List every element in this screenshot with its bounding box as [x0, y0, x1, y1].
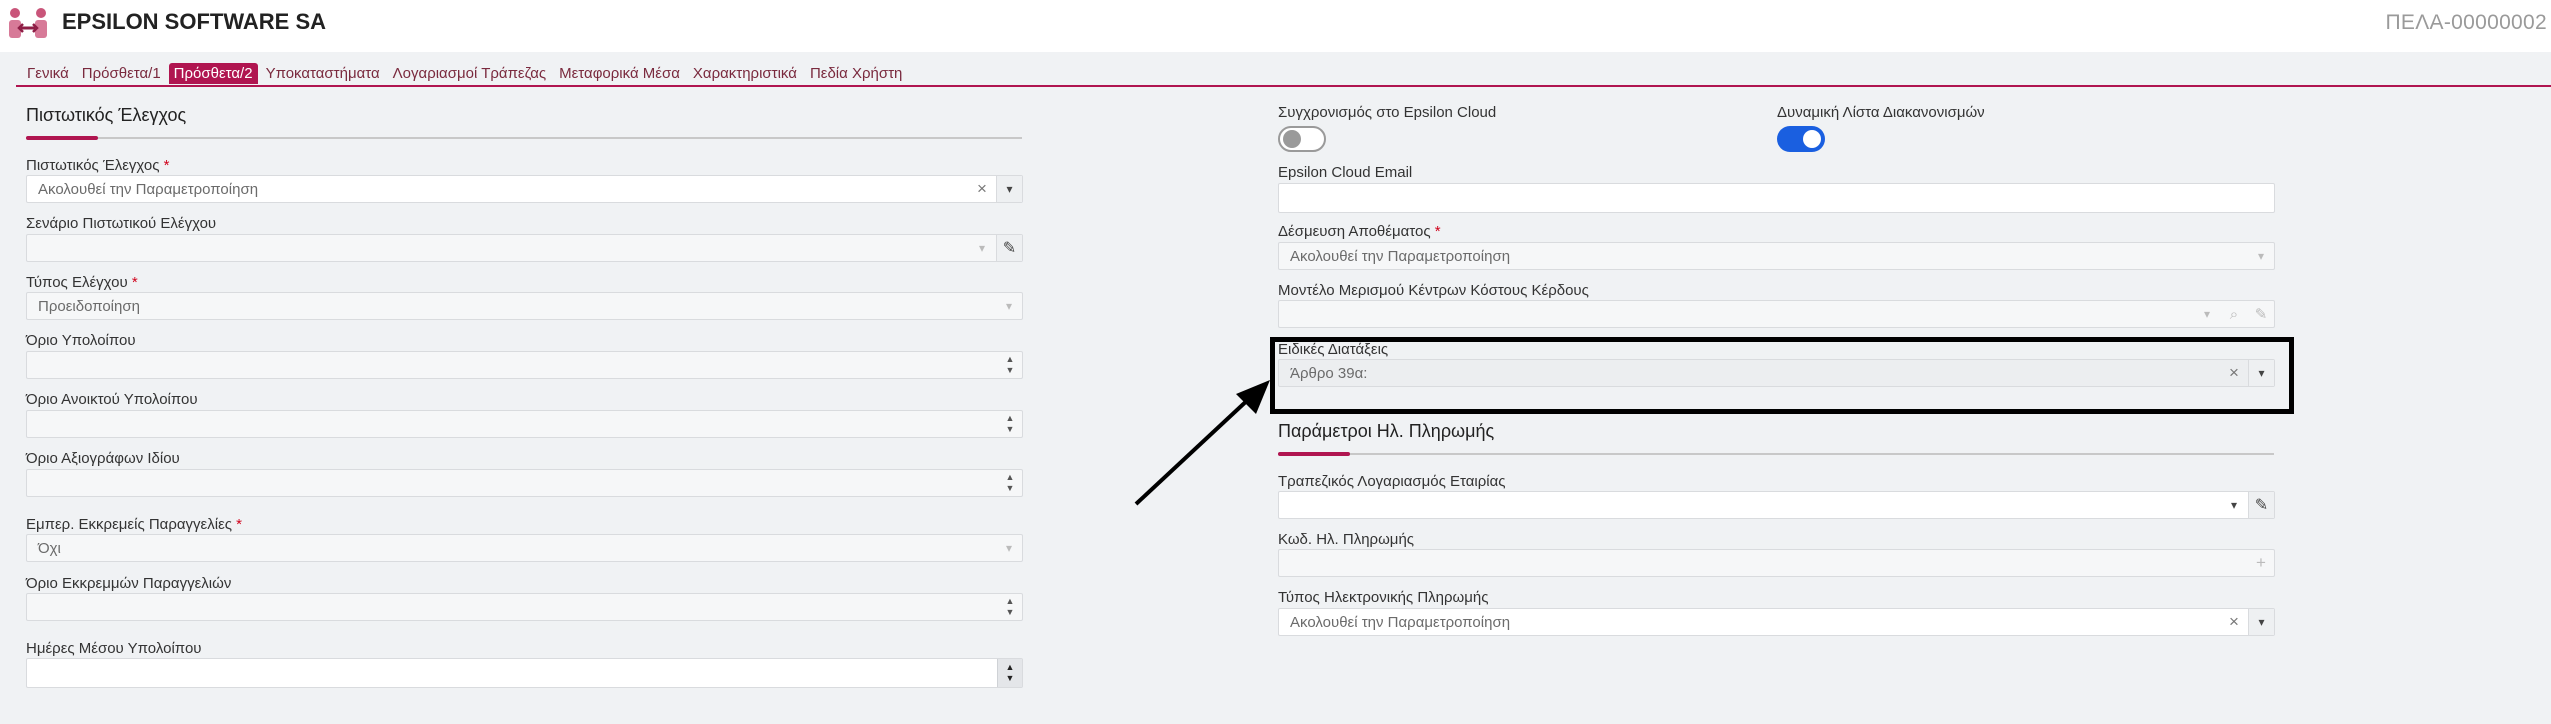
number-spinner[interactable]: ▲ ▼	[998, 470, 1022, 496]
chevron-down-icon[interactable]: ▾	[996, 535, 1022, 561]
spin-up-icon[interactable]: ▲	[1006, 596, 1015, 607]
people-logo-icon	[9, 8, 47, 38]
tab-extra-2[interactable]: Πρόσθετα/2	[168, 62, 258, 84]
section-rule	[1278, 453, 2274, 455]
cost-center-model-label: Μοντέλο Μερισμού Κέντρων Κόστους Κέρδους	[1278, 282, 1589, 299]
epay-section-title: Παράμετροι Ηλ. Πληρωμής	[1278, 421, 1495, 441]
credit-scenario-label: Σενάριο Πιστωτικού Ελέγχου	[26, 215, 217, 232]
epay-type-select[interactable]: Ακολουθεί την Παραμετροποίηση × ▾	[1278, 608, 2275, 636]
toggle-knob	[1283, 130, 1301, 148]
section-accent	[1278, 452, 1350, 456]
dynamic-list-label: Δυναμική Λίστα Διακανονισμών	[1777, 104, 1985, 121]
edit-icon[interactable]: ✎	[996, 235, 1022, 261]
spin-up-icon[interactable]: ▲	[1006, 354, 1015, 365]
pending-orders-label: Εμπερ. Εκκρεμείς Παραγγελίες *	[26, 516, 242, 533]
cloud-sync-label: Συγχρονισμός στο Epsilon Cloud	[1278, 104, 1497, 121]
number-spinner[interactable]: ▲ ▼	[998, 594, 1022, 620]
stock-reservation-value: Ακολουθεί την Παραμετροποίηση	[1290, 248, 1511, 265]
credit-check-section-title: Πιστωτικός Έλεγχος	[26, 105, 187, 125]
open-balance-limit-input[interactable]: ▲ ▼	[26, 410, 1023, 438]
chevron-down-icon[interactable]: ▾	[2248, 243, 2274, 269]
epay-type-value: Ακολουθεί την Παραμετροποίηση	[1290, 614, 1511, 631]
chevron-down-icon[interactable]: ▾	[969, 235, 995, 261]
spin-down-icon[interactable]: ▼	[1006, 607, 1015, 618]
tab-user-fields[interactable]: Πεδία Χρήστη	[805, 63, 907, 84]
section-rule	[26, 137, 1022, 139]
spin-up-icon[interactable]: ▲	[1006, 472, 1015, 483]
check-type-select[interactable]: Προειδοποίηση ▾	[26, 292, 1023, 320]
spin-down-icon[interactable]: ▼	[1006, 673, 1015, 684]
annotation-arrow-icon	[1134, 380, 1270, 506]
chevron-down-icon[interactable]: ▾	[996, 293, 1022, 319]
chevron-down-icon[interactable]: ▾	[2194, 301, 2220, 327]
edit-icon[interactable]: ✎	[2248, 301, 2274, 327]
check-type-value: Προειδοποίηση	[38, 298, 140, 315]
spin-up-icon[interactable]: ▲	[1006, 662, 1015, 673]
credit-check-value: Ακολουθεί την Παραμετροποίηση	[38, 181, 259, 198]
tab-vehicles[interactable]: Μεταφορικά Μέσα	[554, 63, 685, 84]
pending-orders-limit-input[interactable]: ▲ ▼	[26, 593, 1023, 621]
balance-limit-input[interactable]: ▲ ▼	[26, 351, 1023, 379]
clear-icon[interactable]: ×	[969, 176, 995, 202]
toggle-knob	[1803, 130, 1821, 148]
tab-bar: Γενικά Πρόσθετα/1 Πρόσθετα/2 Υποκαταστήμ…	[22, 60, 910, 86]
section-accent	[26, 136, 98, 140]
tab-branches[interactable]: Υποκαταστήματα	[261, 63, 385, 84]
avg-balance-days-input[interactable]: ▲ ▼	[26, 658, 1023, 688]
own-securities-limit-input[interactable]: ▲ ▼	[26, 469, 1023, 497]
avg-balance-days-label: Ημέρες Μέσου Υπολοίπου	[26, 640, 202, 657]
stock-reservation-select[interactable]: Ακολουθεί την Παραμετροποίηση ▾	[1278, 242, 2275, 270]
number-spinner[interactable]: ▲ ▼	[997, 659, 1022, 687]
cloud-email-input[interactable]	[1278, 183, 2275, 213]
cost-center-model-select[interactable]: ▾ ⌕ ✎	[1278, 300, 2275, 328]
chevron-down-icon[interactable]: ▾	[996, 176, 1022, 202]
cloud-sync-toggle[interactable]	[1278, 126, 1326, 152]
credit-check-label: Πιστωτικός Έλεγχος *	[26, 157, 170, 174]
spin-down-icon[interactable]: ▼	[1006, 483, 1015, 494]
pending-orders-limit-label: Όριο Εκκρεμμών Παραγγελιών	[26, 575, 232, 592]
epay-code-input[interactable]: +	[1278, 549, 2275, 577]
number-spinner[interactable]: ▲ ▼	[998, 352, 1022, 378]
clear-icon[interactable]: ×	[2221, 609, 2247, 635]
chevron-down-icon[interactable]: ▾	[2248, 609, 2274, 635]
dynamic-list-toggle[interactable]	[1777, 126, 1825, 152]
number-spinner[interactable]: ▲ ▼	[998, 411, 1022, 437]
search-icon[interactable]: ⌕	[2221, 301, 2247, 327]
own-securities-limit-label: Όριο Αξιογράφων Ιδίου	[26, 450, 180, 467]
balance-limit-label: Όριο Υπολοίπου	[26, 332, 136, 349]
top-header: EPSILON SOFTWARE SA ΠΕΛΑ-00000002	[0, 0, 2551, 52]
tab-underline	[16, 85, 2551, 87]
epay-type-label: Τύπος Ηλεκτρονικής Πληρωμής	[1278, 589, 1489, 606]
credit-check-select[interactable]: Ακολουθεί την Παραμετροποίηση × ▾	[26, 175, 1023, 203]
stock-reservation-label: Δέσμευση Αποθέματος *	[1278, 223, 1441, 240]
tab-general[interactable]: Γενικά	[22, 63, 74, 84]
highlight-box	[1270, 337, 2294, 414]
document-code: ΠΕΛΑ-00000002	[2385, 11, 2547, 34]
plus-icon[interactable]: +	[2248, 550, 2274, 576]
company-name: EPSILON SOFTWARE SA	[62, 9, 327, 34]
edit-icon[interactable]: ✎	[2248, 492, 2274, 518]
spin-down-icon[interactable]: ▼	[1006, 365, 1015, 376]
spin-up-icon[interactable]: ▲	[1006, 413, 1015, 424]
cloud-email-label: Epsilon Cloud Email	[1278, 164, 1413, 181]
pending-orders-select[interactable]: Όχι ▾	[26, 534, 1023, 562]
open-balance-limit-label: Όριο Ανοικτού Υπολοίπου	[26, 391, 198, 408]
tab-characteristics[interactable]: Χαρακτηριστικά	[688, 63, 802, 84]
company-bank-account-select[interactable]: ▾ ✎	[1278, 491, 2275, 519]
pending-orders-value: Όχι	[38, 540, 61, 557]
spin-down-icon[interactable]: ▼	[1006, 424, 1015, 435]
epay-code-label: Κωδ. Ηλ. Πληρωμής	[1278, 531, 1415, 548]
chevron-down-icon[interactable]: ▾	[2221, 492, 2247, 518]
credit-scenario-select[interactable]: ▾ ✎	[26, 234, 1023, 262]
tab-bank-accounts[interactable]: Λογαριασμοί Τράπεζας	[388, 63, 551, 84]
company-bank-account-label: Τραπεζικός Λογαριασμός Εταιρίας	[1278, 473, 1506, 490]
tab-extra-1[interactable]: Πρόσθετα/1	[77, 63, 166, 84]
check-type-label: Τύπος Ελέγχου *	[26, 274, 138, 291]
